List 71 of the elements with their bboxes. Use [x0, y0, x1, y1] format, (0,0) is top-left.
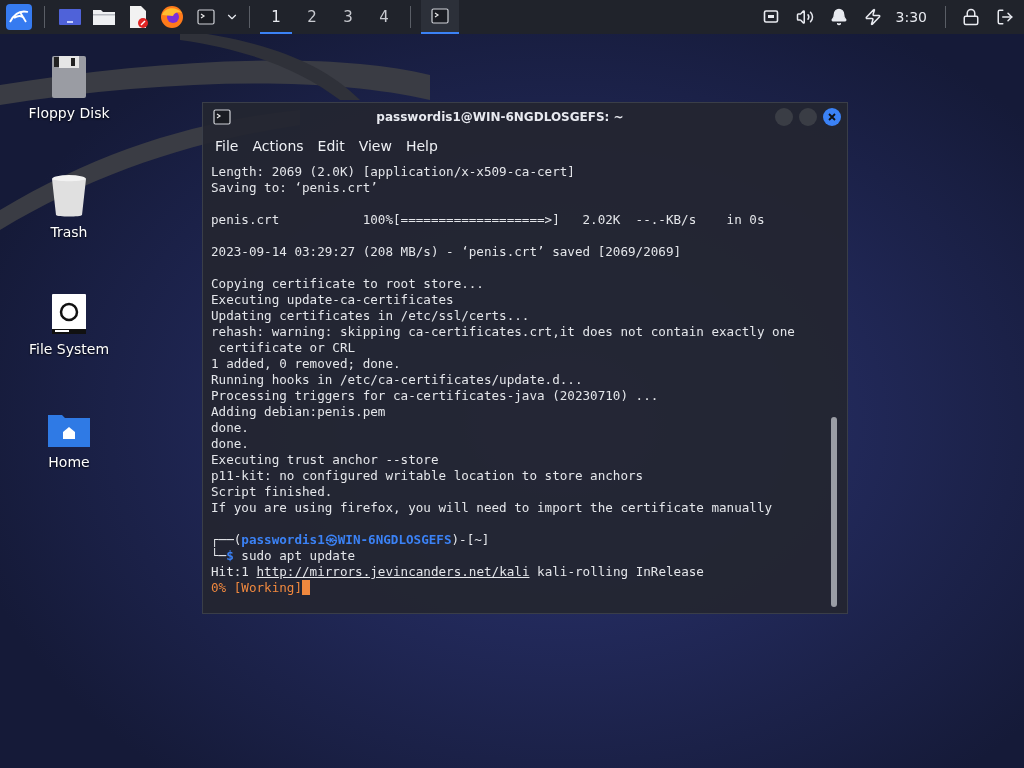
terminal-text: kali-rolling InRelease	[537, 564, 704, 579]
terminal-line: Saving to: ‘penis.crt’	[211, 180, 378, 195]
prompt-at-symbol: ㉿	[324, 532, 338, 547]
lock-icon	[962, 8, 980, 26]
desktop-icon-label[interactable]: Home	[48, 454, 90, 470]
menu-item[interactable]: Actions	[246, 136, 310, 156]
terminal-line: Adding debian:penis.pem	[211, 404, 386, 419]
terminal-line: 1 added, 0 removed; done.	[211, 356, 401, 371]
workspace-tab[interactable]: 4	[368, 0, 400, 34]
terminal-icon	[197, 9, 215, 25]
document-icon	[127, 5, 149, 29]
terminal-line: Copying certificate to root store...	[211, 276, 484, 291]
terminal-line: Updating certificates in /etc/ssl/certs...	[211, 308, 530, 323]
text-cursor	[302, 580, 310, 595]
network-icon	[762, 9, 779, 25]
prompt-bracket: ┌──(	[211, 532, 242, 547]
window-title: passwordis1@WIN-6NGDLOSGEFS: ~	[375, 110, 625, 124]
url-link[interactable]: http://mirrors.jevincanders.net/kali	[256, 564, 530, 579]
terminal-line: If you are using firefox, you will need to import the certificate manually	[211, 500, 773, 515]
menu-item[interactable]: Help	[399, 136, 444, 156]
prompt-corner: └─	[211, 548, 227, 563]
task-button[interactable]	[421, 0, 459, 34]
drive-icon	[51, 293, 87, 335]
terminal-line: Running hooks in /etc/ca-certificates/update.d...	[211, 372, 583, 387]
terminal-window-icon	[213, 109, 231, 125]
prompt-symbol: $	[226, 548, 234, 563]
prompt-user: passwordis1	[241, 532, 325, 547]
close-button[interactable]	[823, 108, 841, 126]
menu-item[interactable]: File	[209, 136, 245, 156]
close-icon	[828, 113, 836, 121]
terminal-line: p11-kit: no configured writable location to store anchors	[211, 468, 644, 483]
menu-item[interactable]: View	[352, 136, 398, 156]
workspace-tab[interactable]: 3	[332, 0, 364, 34]
trash-icon	[51, 174, 87, 218]
terminal-icon	[431, 8, 449, 24]
desktop-icon-label[interactable]: Floppy Disk	[28, 105, 110, 121]
browser-globe-icon	[160, 5, 184, 29]
terminal-line: Length: 2069 (2.0K) [application/x-x509-ca-cert]	[211, 164, 575, 179]
terminal-line: done.	[211, 436, 249, 451]
terminal-line: Executing trust anchor --store	[211, 452, 439, 467]
terminal-line: 2023-09-14 03:29:27 (208 MB/s) - ‘penis.crt’ saved [2069/2069]	[211, 244, 682, 259]
terminal-line: penis.crt 100%[===================>] 2.02K --.-KB/s in 0s	[211, 212, 765, 227]
terminal-line: Executing update-ca-certificates	[211, 292, 454, 307]
terminal-line: certificate or CRL	[217, 340, 356, 355]
prompt-bracket: )-[	[451, 532, 475, 547]
desktop-icon-label[interactable]: Trash	[50, 224, 88, 240]
clock[interactable]: 3:30	[895, 9, 927, 25]
home-folder-icon	[47, 412, 91, 448]
folder-icon	[92, 7, 116, 27]
terminal-text: Hit:1	[211, 564, 249, 579]
bell-icon	[829, 8, 848, 26]
desktop-icon	[58, 7, 82, 27]
menu-item[interactable]: Edit	[311, 136, 351, 156]
command-text: sudo apt update	[241, 548, 356, 563]
launcher-button[interactable]	[4, 2, 34, 32]
scrollbar-thumb[interactable]	[831, 417, 837, 607]
progress-status: 0% [Working]	[211, 580, 302, 595]
logout-icon	[996, 8, 1014, 26]
terminal-line: rehash: warning: skipping ca-certificates.crt,it does not contain exactly one	[211, 324, 795, 339]
lightning-icon	[863, 8, 882, 26]
terminal-line: done.	[211, 420, 249, 435]
terminal-line: Processing triggers for ca-certificates-java (20230710) ...	[211, 388, 659, 403]
workspace-tab[interactable]: 1	[260, 0, 292, 34]
prompt-bracket: ]	[481, 532, 490, 547]
prompt-directory: ~	[474, 532, 482, 547]
dragon-logo-icon	[6, 4, 32, 30]
volume-icon	[795, 8, 814, 26]
prompt-host: WIN-6NGDLOSGEFS	[337, 532, 452, 547]
terminal-line: Script finished.	[211, 484, 333, 499]
desktop-icon-label[interactable]: File System	[28, 341, 110, 357]
workspace-tab[interactable]: 2	[296, 0, 328, 34]
